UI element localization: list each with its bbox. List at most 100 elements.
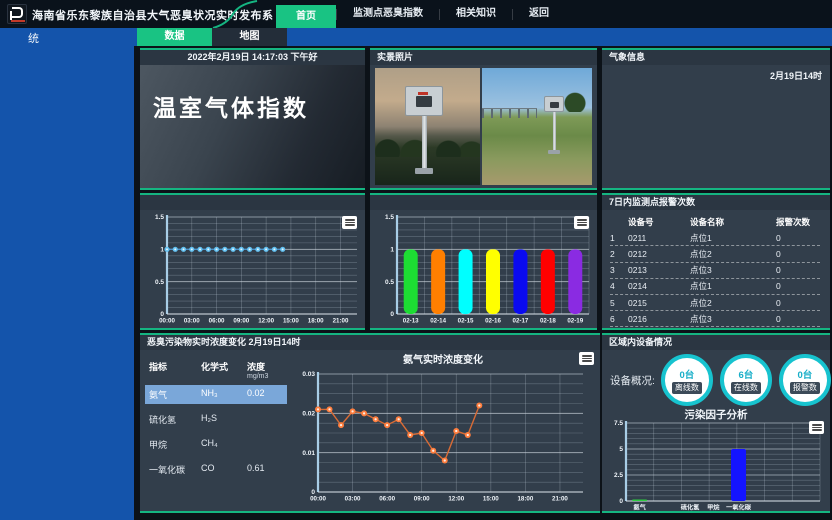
- site-photo-dusk[interactable]: [375, 68, 480, 185]
- alarm-count: 0: [776, 265, 820, 275]
- svg-text:0.5: 0.5: [155, 279, 164, 286]
- device-name: 点位3: [690, 313, 776, 325]
- svg-text:7.5: 7.5: [614, 420, 623, 427]
- svg-text:21:00: 21:00: [333, 318, 349, 325]
- pollution-factor-chart: 02.557.5氨气硫化氢甲烷一氧化碳: [604, 419, 828, 514]
- logo-red-mark: [11, 20, 25, 23]
- page-headline: 温室气体指数: [140, 65, 365, 123]
- greenhouse-index-trend-chart: 00.511.500:0003:0006:0009:0012:0015:0018…: [140, 210, 365, 328]
- ammonia-chart-title: 氨气实时浓度变化: [290, 352, 596, 369]
- fence-line: [482, 108, 537, 118]
- row-index: 3: [610, 265, 628, 275]
- svg-text:氨气: 氨气: [633, 504, 646, 512]
- monitoring-device-photo2: [544, 96, 564, 154]
- alarm-count: 0台: [798, 367, 813, 381]
- svg-text:00:00: 00:00: [310, 496, 326, 503]
- device-overview-label: 设备概况:: [610, 373, 655, 388]
- device-no: 0213: [628, 265, 690, 275]
- device-name: 点位1: [690, 280, 776, 292]
- site-photo-day[interactable]: [482, 68, 592, 185]
- tab-map[interactable]: 地图: [212, 28, 287, 46]
- col-alarm-count: 报警次数: [776, 216, 820, 228]
- svg-text:15:00: 15:00: [283, 318, 299, 325]
- svg-text:1: 1: [160, 247, 164, 254]
- svg-text:06:00: 06:00: [209, 318, 225, 325]
- tree: [562, 90, 588, 112]
- pollutant-formula: CH₄: [201, 438, 247, 448]
- nav-back[interactable]: 返回: [513, 0, 565, 28]
- nav-home[interactable]: 首页: [276, 5, 336, 28]
- col-concentration: 浓度 mg/m3: [247, 360, 283, 380]
- offline-label: 离线数: [672, 382, 702, 394]
- odor-row-ch4[interactable]: 甲烷 CH₄: [145, 435, 287, 454]
- chart-menu-icon[interactable]: [579, 352, 594, 365]
- alarm-count-badge: 0台 报警数: [779, 354, 831, 406]
- odor-row-ammonia[interactable]: 氨气 NH₃ 0.02: [145, 385, 287, 404]
- svg-text:21:00: 21:00: [552, 496, 568, 503]
- online-count-badge: 6台 在线数: [720, 354, 772, 406]
- device-no: 0211: [628, 233, 690, 243]
- alarm-count: 0: [776, 233, 820, 243]
- svg-text:03:00: 03:00: [184, 318, 200, 325]
- weather-datetime: 2月19日14时: [602, 65, 830, 82]
- offline-count: 0台: [680, 367, 695, 381]
- svg-text:02-15: 02-15: [458, 318, 474, 325]
- app-title-continued: 统: [28, 30, 39, 46]
- svg-text:硫化氢: 硫化氢: [681, 504, 700, 512]
- device-no: 0212: [628, 249, 690, 259]
- chart-menu-icon[interactable]: [574, 216, 589, 229]
- alarm-table-row: 2 0212 点位2 0: [610, 246, 820, 262]
- svg-text:0: 0: [390, 311, 394, 318]
- chart-menu-icon[interactable]: [342, 216, 357, 229]
- device-no: 0216: [628, 314, 690, 324]
- alarm-count: 0: [776, 249, 820, 259]
- odor-row-h2s[interactable]: 硫化氢 H₂S: [145, 410, 287, 429]
- alarm-label: 报警数: [790, 382, 820, 394]
- nav-knowledge[interactable]: 相关知识: [440, 0, 512, 28]
- svg-text:02-17: 02-17: [513, 318, 529, 325]
- col-formula: 化学式: [201, 360, 247, 373]
- alarm-table-row: 5 0215 点位2 0: [610, 295, 820, 311]
- alarm-table-header: 设备号 设备名称 报警次数: [610, 214, 820, 230]
- online-count: 6台: [739, 367, 754, 381]
- panel-weather: 气象信息 2月19日14时: [602, 48, 830, 190]
- chart-menu-icon[interactable]: [809, 421, 824, 434]
- row-index: 5: [610, 298, 628, 308]
- device-name: 点位2: [690, 297, 776, 309]
- col-indicator: 指标: [149, 360, 201, 373]
- pollutant-name: 一氧化碳: [149, 463, 201, 476]
- nav-odor-index[interactable]: 监测点恶臭指数: [337, 0, 439, 28]
- device-no: 0215: [628, 298, 690, 308]
- svg-text:02-16: 02-16: [485, 318, 501, 325]
- svg-text:一氧化碳: 一氧化碳: [726, 504, 752, 512]
- svg-text:0.01: 0.01: [302, 450, 315, 457]
- device-no: 0214: [628, 281, 690, 291]
- region-panel-title: 区域内设备情况: [602, 335, 830, 350]
- odor-table: 指标 化学式 浓度 mg/m3 氨气 NH₃ 0.02 硫化氢 H₂S 甲烷 C…: [145, 357, 287, 485]
- svg-text:02-19: 02-19: [567, 318, 583, 325]
- svg-text:0.03: 0.03: [302, 371, 315, 378]
- offline-count-badge: 0台 离线数: [661, 354, 713, 406]
- tab-data[interactable]: 数据: [137, 28, 212, 46]
- sub-bar: [0, 28, 832, 46]
- svg-text:18:00: 18:00: [308, 318, 324, 325]
- concentration-unit: mg/m3: [247, 373, 283, 380]
- svg-text:02-14: 02-14: [430, 318, 446, 325]
- svg-text:12:00: 12:00: [448, 496, 464, 503]
- panel-photos: 实景照片: [370, 48, 597, 190]
- odor-row-co[interactable]: 一氧化碳 CO 0.61: [145, 460, 287, 479]
- svg-text:0.02: 0.02: [302, 411, 315, 418]
- greeting-body: 温室气体指数: [140, 65, 365, 188]
- svg-text:09:00: 09:00: [233, 318, 249, 325]
- alarm-table-row: 3 0213 点位3 0: [610, 263, 820, 279]
- alarm-table-row: 6 0216 点位3 0: [610, 311, 820, 327]
- odor-panel-title: 恶臭污染物实时浓度变化 2月19日14时: [140, 335, 600, 350]
- svg-text:甲烷: 甲烷: [707, 504, 720, 512]
- device-name: 点位3: [690, 264, 776, 276]
- svg-text:1.5: 1.5: [385, 214, 394, 221]
- panel-index-trend-chart: 00.511.500:0003:0006:0009:0012:0015:0018…: [140, 193, 365, 330]
- device-name: 点位1: [690, 232, 776, 244]
- chart-panel-header: [370, 195, 597, 210]
- pollutant-formula: H₂S: [201, 413, 247, 423]
- svg-text:03:00: 03:00: [345, 496, 361, 503]
